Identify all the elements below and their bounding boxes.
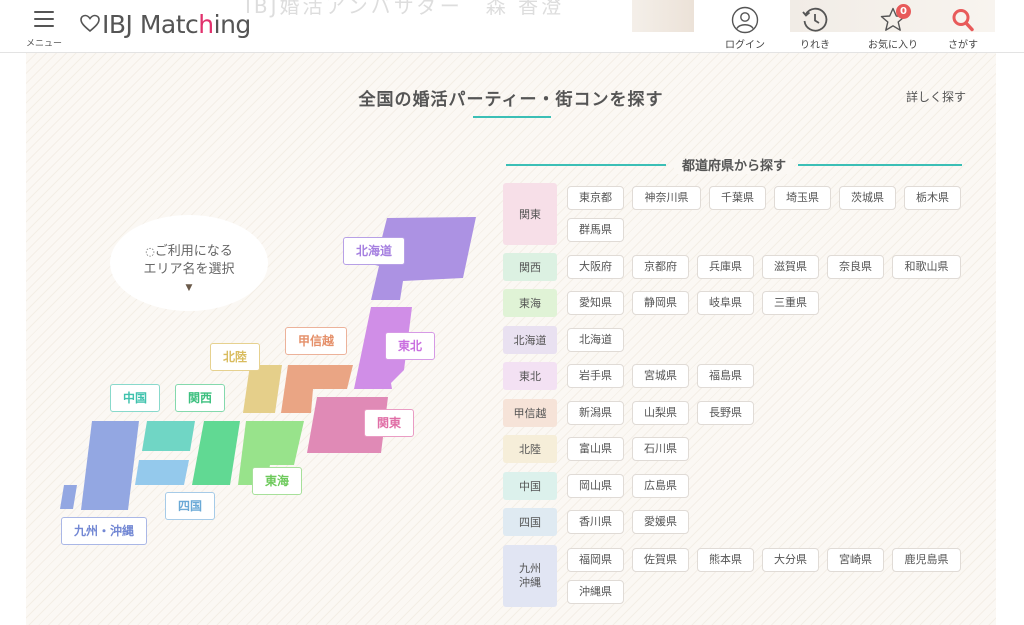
user-icon bbox=[731, 6, 759, 34]
pref-chip[interactable]: 鹿児島県 bbox=[892, 548, 961, 572]
heading-line-right bbox=[798, 164, 962, 166]
pref-chip[interactable]: 長野県 bbox=[697, 401, 754, 425]
map-area-chugoku[interactable] bbox=[142, 421, 195, 451]
pref-chip[interactable]: 山梨県 bbox=[632, 401, 689, 425]
pref-group-label[interactable]: 甲信越 bbox=[503, 399, 557, 427]
ambassador-photo bbox=[632, 0, 694, 32]
map-label-tohoku[interactable]: 東北 bbox=[385, 332, 436, 360]
pref-chip[interactable]: 宮城県 bbox=[632, 364, 689, 388]
pref-chip[interactable]: 新潟県 bbox=[567, 401, 624, 425]
pin-icon: ◌ bbox=[145, 245, 155, 258]
map-label-tokai[interactable]: 東海 bbox=[252, 467, 303, 495]
map-label-kanto[interactable]: 関東 bbox=[364, 409, 415, 437]
pref-chip[interactable]: 埼玉県 bbox=[774, 186, 831, 210]
prefecture-heading-text: 都道府県から探す bbox=[673, 159, 794, 174]
pref-group-label[interactable]: 中国 bbox=[503, 472, 557, 500]
pref-chip[interactable]: 岩手県 bbox=[567, 364, 624, 388]
detail-search-link[interactable]: 詳しく探す bbox=[906, 88, 966, 105]
party-search-section: 全国の婚活パーティー・街コンを探す 詳しく探す ◌ご利用になる エリア名を選択 … bbox=[26, 53, 996, 625]
prefecture-heading: 都道府県から探す bbox=[506, 155, 962, 175]
nav-search-label: さがす bbox=[948, 40, 978, 51]
pref-group-label[interactable]: 北海道 bbox=[503, 326, 557, 354]
pref-chip[interactable]: 神奈川県 bbox=[632, 186, 701, 210]
pref-chip[interactable]: 茨城県 bbox=[839, 186, 896, 210]
pref-group-label[interactable]: 四国 bbox=[503, 508, 557, 536]
map-label-hokuriku[interactable]: 北陸 bbox=[210, 343, 261, 371]
pref-chip[interactable]: 奈良県 bbox=[827, 255, 884, 279]
map-area-kansai[interactable] bbox=[192, 421, 240, 485]
search-icon bbox=[952, 9, 974, 32]
map-label-kyushu[interactable]: 九州・沖縄 bbox=[61, 517, 148, 545]
heading-line-left bbox=[506, 164, 666, 166]
pref-chip[interactable]: 大分県 bbox=[762, 548, 819, 572]
favorites-count-badge: 0 bbox=[896, 4, 911, 19]
map-area-okinawa[interactable] bbox=[60, 485, 77, 509]
pref-chip[interactable]: 三重県 bbox=[762, 291, 819, 315]
pref-group-label[interactable]: 関東 bbox=[503, 183, 557, 245]
nav-history[interactable]: りれき bbox=[780, 6, 850, 51]
map-area-shikoku[interactable] bbox=[135, 460, 189, 485]
pref-chip[interactable]: 東京都 bbox=[567, 186, 624, 210]
logo-text-b: h bbox=[198, 9, 214, 39]
pref-chip[interactable]: 富山県 bbox=[567, 437, 624, 461]
map-label-hokkaido[interactable]: 北海道 bbox=[343, 237, 406, 265]
nav-login[interactable]: ログイン bbox=[710, 6, 780, 51]
pref-chip[interactable]: 沖縄県 bbox=[567, 580, 624, 604]
pref-chip[interactable]: 大阪府 bbox=[567, 255, 624, 279]
nav-search[interactable]: さがす bbox=[928, 6, 998, 51]
pref-chip[interactable]: 岐阜県 bbox=[697, 291, 754, 315]
pref-chip[interactable]: 栃木県 bbox=[904, 186, 961, 210]
pref-chip[interactable]: 京都府 bbox=[632, 255, 689, 279]
pref-group-label[interactable]: 東海 bbox=[503, 289, 557, 317]
caret-down-icon: ▼ bbox=[185, 283, 193, 293]
pref-chip[interactable]: 熊本県 bbox=[697, 548, 754, 572]
pref-chip[interactable]: 岡山県 bbox=[567, 474, 624, 498]
nav-favorites-label: お気に入り bbox=[868, 40, 918, 51]
pref-group-label[interactable]: 九州 沖縄 bbox=[503, 545, 557, 607]
pref-chip[interactable]: 福島県 bbox=[697, 364, 754, 388]
pref-chip[interactable]: 佐賀県 bbox=[632, 548, 689, 572]
pref-chip[interactable]: 北海道 bbox=[567, 328, 624, 352]
nav-favorites[interactable]: 0 お気に入り bbox=[858, 4, 928, 51]
pref-chip[interactable]: 香川県 bbox=[567, 510, 624, 534]
pref-group-label[interactable]: 関西 bbox=[503, 253, 557, 281]
pref-group-label[interactable]: 北陸 bbox=[503, 435, 557, 463]
nav-history-label: りれき bbox=[800, 40, 830, 51]
map-label-koshinetsu[interactable]: 甲信越 bbox=[285, 327, 348, 355]
hamburger-icon bbox=[34, 11, 54, 32]
pref-chip[interactable]: 愛媛県 bbox=[632, 510, 689, 534]
pref-chip[interactable]: 福岡県 bbox=[567, 548, 624, 572]
pref-chip[interactable]: 兵庫県 bbox=[697, 255, 754, 279]
map-label-chugoku[interactable]: 中国 bbox=[110, 384, 161, 412]
pref-chip[interactable]: 愛知県 bbox=[567, 291, 624, 315]
map-label-shikoku[interactable]: 四国 bbox=[165, 492, 216, 520]
pref-chip[interactable]: 千葉県 bbox=[709, 186, 766, 210]
ibj-matching-logo[interactable]: IBJ Matching bbox=[80, 6, 251, 42]
map-area-kyushu[interactable] bbox=[81, 421, 139, 510]
bubble-line1: ご利用になる bbox=[154, 244, 233, 259]
pref-chip[interactable]: 石川県 bbox=[632, 437, 689, 461]
heart-logo-icon bbox=[80, 14, 100, 33]
logo-text-a: IBJ Matc bbox=[102, 9, 199, 39]
ambassador-banner-text: IBJ婚活アンバサダー 森 香澄 bbox=[245, 0, 565, 18]
menu-button[interactable]: メニュー bbox=[22, 8, 66, 49]
history-icon bbox=[802, 7, 828, 32]
pref-chip[interactable]: 滋賀県 bbox=[762, 255, 819, 279]
site-header: メニュー IBJ Matching IBJ婚活アンバサダー 森 香澄 ログイン … bbox=[0, 0, 1024, 53]
pref-chip[interactable]: 和歌山県 bbox=[892, 255, 961, 279]
pref-chip[interactable]: 広島県 bbox=[632, 474, 689, 498]
pref-chip[interactable]: 静岡県 bbox=[632, 291, 689, 315]
pref-chip[interactable]: 群馬県 bbox=[567, 218, 624, 242]
menu-label: メニュー bbox=[25, 39, 62, 49]
pref-chip[interactable]: 宮崎県 bbox=[827, 548, 884, 572]
area-select-hint-bubble: ◌ご利用になる エリア名を選択 ▼ bbox=[110, 215, 268, 311]
map-label-kansai[interactable]: 関西 bbox=[175, 384, 226, 412]
map-area-hokuriku[interactable] bbox=[243, 365, 282, 413]
bubble-line2: エリア名を選択 bbox=[143, 262, 235, 277]
pref-group-label[interactable]: 東北 bbox=[503, 362, 557, 390]
nav-login-label: ログイン bbox=[725, 40, 765, 51]
